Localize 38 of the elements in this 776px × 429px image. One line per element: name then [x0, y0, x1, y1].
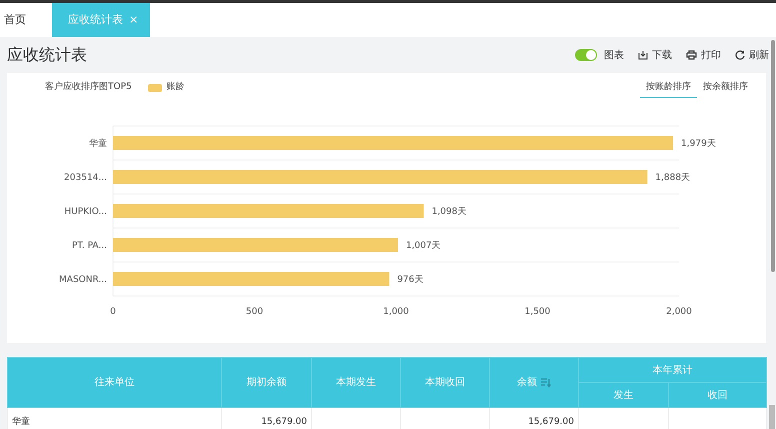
value-label: 1,007天: [406, 241, 441, 251]
axis-tick-label: 2,000: [666, 307, 692, 317]
page-title: 应收统计表: [7, 44, 87, 66]
axis-tick-label: 0: [110, 307, 116, 317]
refresh-icon: [735, 50, 745, 60]
category-label: 华童: [89, 139, 107, 149]
chart-toggle[interactable]: 图表: [575, 48, 624, 62]
column-header: 本期收回: [400, 358, 490, 408]
column-header: 本年累计: [578, 358, 766, 382]
column-header: 期初余额: [222, 358, 312, 408]
legend-label: 账龄: [166, 81, 184, 94]
print-button[interactable]: 打印: [686, 48, 721, 62]
sort-tab[interactable]: 按余额排序: [697, 78, 754, 98]
value-label: 1,098天: [432, 207, 466, 217]
value-label: 1,979天: [681, 139, 716, 149]
column-header: 发生: [578, 382, 668, 408]
column-header: 本期发生: [312, 358, 400, 408]
axis-tick-label: 500: [246, 307, 264, 317]
chart-title: 客户应收排序图TOP5: [45, 81, 132, 94]
table-cell: 华童: [8, 408, 222, 429]
value-label: 1,888天: [655, 173, 690, 183]
sort-tab[interactable]: 按账龄排序: [640, 78, 697, 98]
axis-tick-label: 1,500: [524, 307, 550, 317]
column-header: 往来单位: [8, 358, 222, 408]
value-label: 976天: [397, 275, 424, 285]
download-button[interactable]: 下载: [638, 48, 672, 62]
category-label: HUPKIO...: [64, 207, 107, 217]
sort-icon[interactable]: [540, 376, 552, 388]
scrollbar[interactable]: [769, 405, 775, 429]
download-icon: [638, 50, 648, 60]
column-header: 收回: [668, 382, 766, 408]
refresh-button[interactable]: 刷新: [735, 48, 769, 62]
category-label: PT. PA...: [72, 241, 107, 251]
printer-icon: [686, 50, 697, 60]
axis-tick-label: 1,000: [383, 307, 409, 317]
category-label: 203514...: [64, 173, 107, 183]
category-label: MASONR...: [59, 275, 107, 285]
scrollbar[interactable]: [771, 40, 775, 272]
